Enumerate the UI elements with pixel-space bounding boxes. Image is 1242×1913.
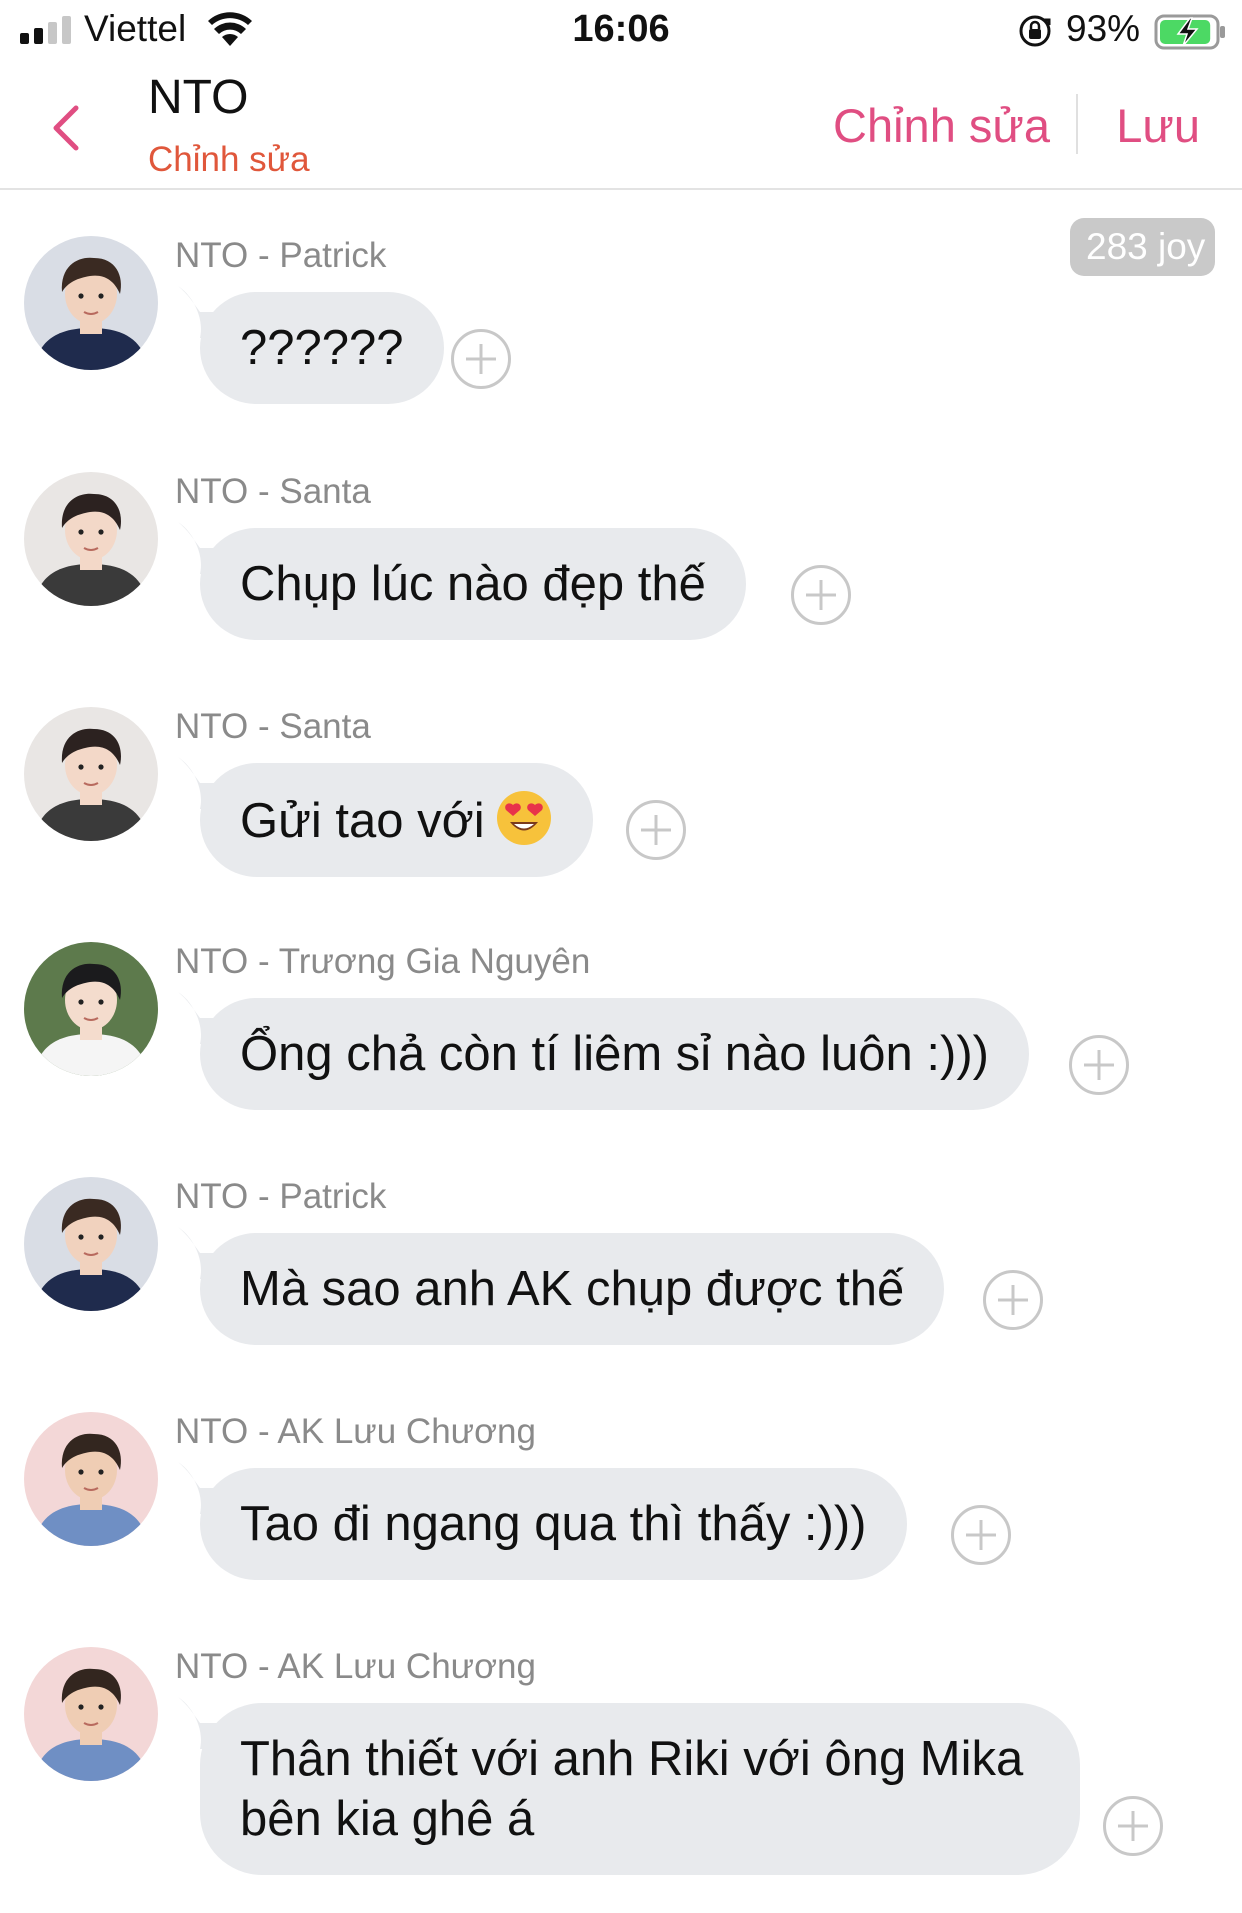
avatar[interactable] — [24, 707, 158, 841]
chevron-left-icon[interactable] — [40, 98, 96, 158]
message-list[interactable]: 283 joy NTO - Patrick ?????? NTO - Santa — [0, 190, 1242, 1913]
sender-name: NTO - Santa — [175, 707, 371, 746]
avatar[interactable] — [24, 236, 158, 370]
sender-name: NTO - AK Lưu Chương — [175, 1412, 536, 1451]
message-bubble[interactable]: Mà sao anh AK chụp được thế — [200, 1233, 945, 1345]
conversation-title: NTO — [148, 71, 249, 124]
message-text: Tao đi ngang qua thì thấy :))) — [240, 1497, 867, 1551]
rotation-lock-icon — [1019, 15, 1051, 47]
sender-name: NTO - Patrick — [175, 236, 387, 275]
battery-percent: 93% — [1066, 8, 1141, 49]
heart-eyes-emoji-icon — [495, 789, 553, 847]
message-bubble[interactable]: Gửi tao với — [200, 763, 593, 877]
message-row: NTO - Patrick Mà sao anh AK chụp được th… — [0, 1177, 1242, 1357]
message-row: NTO - AK Lưu Chương Tao đi ngang qua thì… — [0, 1412, 1242, 1592]
header-divider — [1076, 94, 1078, 154]
status-bar: Viettel 16:06 93% — [0, 0, 1242, 62]
battery-charging-icon — [1154, 14, 1225, 50]
sender-name: NTO - Santa — [175, 472, 371, 511]
avatar[interactable] — [24, 942, 158, 1076]
add-reaction-icon[interactable] — [450, 328, 512, 390]
status-time: 16:06 — [572, 8, 670, 50]
message-row: NTO - Santa Gửi tao với — [0, 707, 1242, 887]
avatar[interactable] — [24, 1177, 158, 1311]
message-text: Ổng chả còn tí liêm sỉ nào luôn :))) — [240, 1027, 989, 1081]
message-row: NTO - Patrick ?????? — [0, 236, 1242, 416]
message-row: NTO - AK Lưu Chương Thân thiết với anh R… — [0, 1647, 1242, 1907]
save-button[interactable]: Lưu — [1116, 98, 1200, 153]
conversation-subtitle: Chỉnh sửa — [148, 140, 310, 179]
avatar[interactable] — [24, 472, 158, 606]
message-bubble[interactable]: Thân thiết với anh Riki với ông Mika bên… — [200, 1703, 1080, 1875]
add-reaction-icon[interactable] — [790, 564, 852, 626]
message-text: ?????? — [240, 321, 404, 375]
message-bubble[interactable]: Chụp lúc nào đẹp thế — [200, 528, 746, 640]
add-reaction-icon[interactable] — [982, 1269, 1044, 1331]
add-reaction-icon[interactable] — [625, 799, 687, 861]
message-text: Mà sao anh AK chụp được thế — [240, 1262, 905, 1316]
message-text: Chụp lúc nào đẹp thế — [240, 557, 706, 611]
add-reaction-icon[interactable] — [950, 1504, 1012, 1566]
message-text: Gửi tao với — [240, 794, 485, 848]
message-row: NTO - Trương Gia Nguyên Ổng chả còn tí l… — [0, 942, 1242, 1122]
message-bubble[interactable]: Tao đi ngang qua thì thấy :))) — [200, 1468, 907, 1580]
avatar[interactable] — [24, 1647, 158, 1781]
message-text: Thân thiết với anh Riki với ông Mika bên… — [240, 1732, 1024, 1846]
chat-header: NTO Chỉnh sửa Chỉnh sửa Lưu — [0, 62, 1242, 190]
sender-name: NTO - AK Lưu Chương — [175, 1647, 536, 1686]
message-bubble[interactable]: Ổng chả còn tí liêm sỉ nào luôn :))) — [200, 998, 1029, 1110]
avatar[interactable] — [24, 1412, 158, 1546]
message-row: NTO - Santa Chụp lúc nào đẹp thế — [0, 472, 1242, 652]
message-bubble[interactable]: ?????? — [200, 292, 444, 404]
sender-name: NTO - Patrick — [175, 1177, 387, 1216]
edit-button[interactable]: Chỉnh sửa — [833, 98, 1050, 153]
add-reaction-icon[interactable] — [1068, 1034, 1130, 1096]
sender-name: NTO - Trương Gia Nguyên — [175, 942, 591, 981]
add-reaction-icon[interactable] — [1102, 1795, 1164, 1857]
